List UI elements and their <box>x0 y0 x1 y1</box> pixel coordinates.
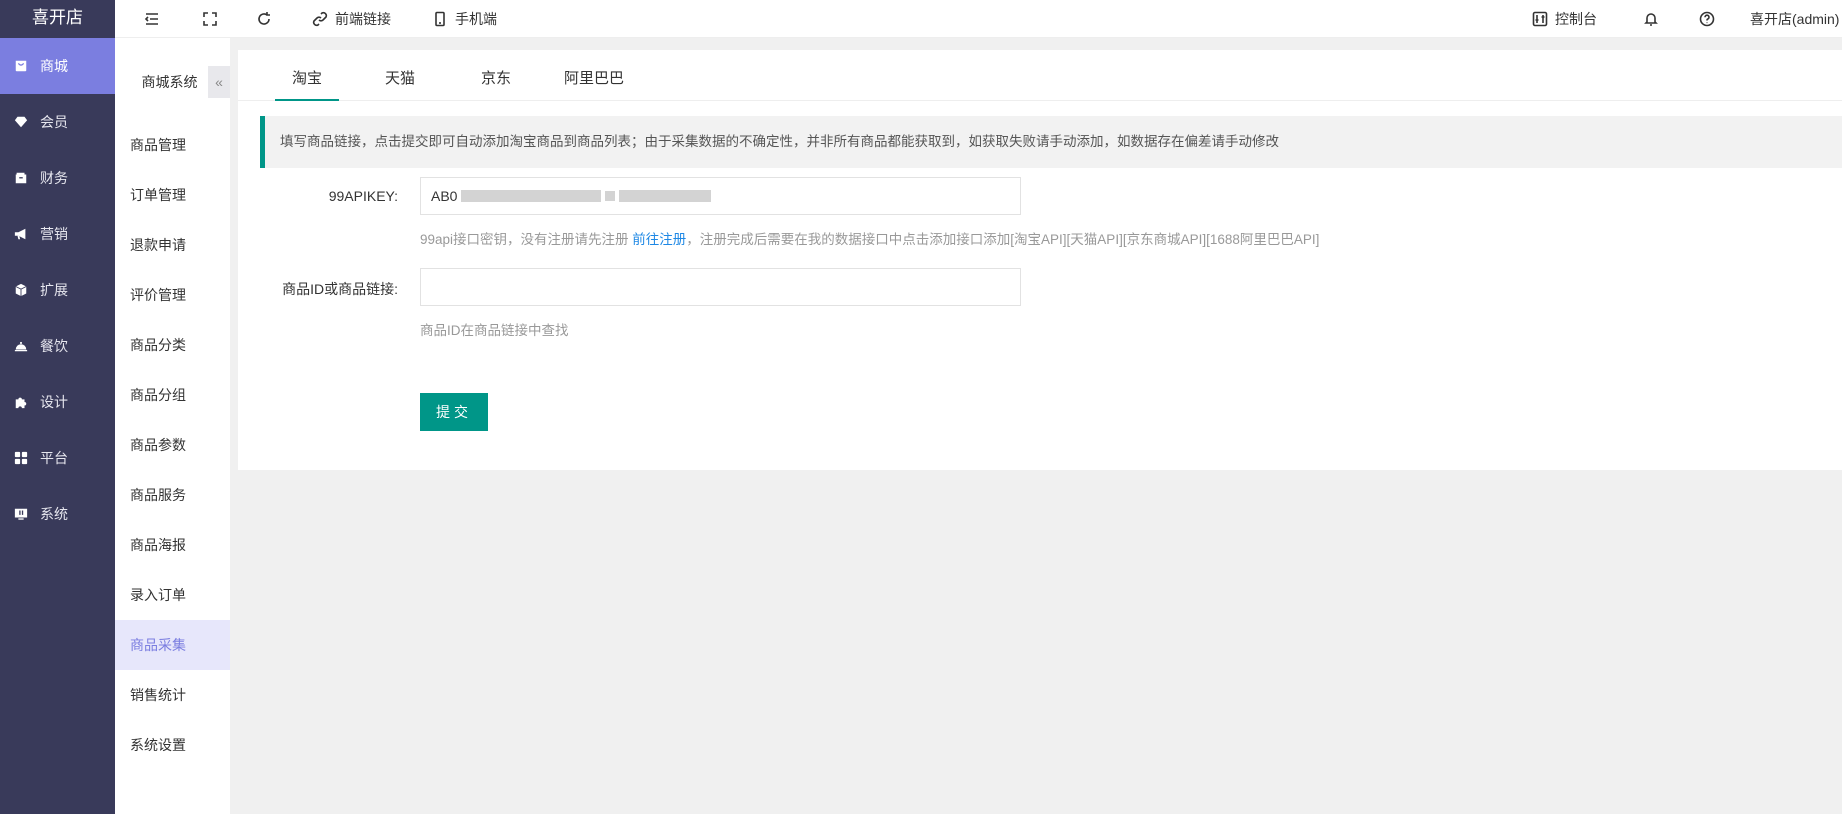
sidebar-item-marketing[interactable]: 营销 <box>0 206 115 262</box>
main-sidebar: 喜开店 商城 会员 财务 营销 扩展 餐饮 设计 平台 系统 <box>0 0 115 814</box>
submenu-item-orders[interactable]: 订单管理 <box>115 170 230 220</box>
apikey-value: AB0 <box>431 188 458 204</box>
mobile-icon <box>435 11 445 27</box>
goods-id-label: 商品ID或商品链接: <box>282 281 398 297</box>
sidebar-item-label: 会员 <box>40 114 68 130</box>
platform-tabs: 淘宝 天猫 京东 阿里巴巴 <box>238 50 1842 101</box>
console-icon <box>1532 11 1548 27</box>
console-label: 控制台 <box>1555 11 1597 27</box>
question-icon <box>1699 11 1715 27</box>
submenu-item-categories[interactable]: 商品分类 <box>115 320 230 370</box>
tab-taobao[interactable]: 淘宝 <box>275 50 339 101</box>
fullscreen-button[interactable] <box>202 0 218 38</box>
submenu-item-goods[interactable]: 商品管理 <box>115 120 230 170</box>
tab-tmall[interactable]: 天猫 <box>370 50 430 101</box>
apikey-input[interactable]: AB0 <box>420 177 1021 215</box>
sidebar-item-platform[interactable]: 平台 <box>0 430 115 486</box>
collect-card: 淘宝 天猫 京东 阿里巴巴 填写商品链接，点击提交即可自动添加淘宝商品到商品列表… <box>238 50 1842 470</box>
submenu-item-collect[interactable]: 商品采集 <box>115 620 230 670</box>
top-header: 前端链接 手机端 控制台 喜开店(admin) <box>115 0 1842 38</box>
brand-logo[interactable]: 喜开店 <box>0 0 115 38</box>
apikey-tip-text: 99api接口密钥，没有注册请先注册 <box>420 232 633 247</box>
fullscreen-icon <box>203 12 217 26</box>
refresh-icon <box>258 12 270 25</box>
front-link-button[interactable]: 前端链接 <box>312 0 391 38</box>
sidebar-item-extension[interactable]: 扩展 <box>0 262 115 318</box>
sidebar-item-label: 系统 <box>40 506 68 522</box>
submit-button[interactable]: 提交 <box>420 393 488 431</box>
sidebar-item-store[interactable]: 商城 <box>0 38 115 94</box>
submenu-item-params[interactable]: 商品参数 <box>115 420 230 470</box>
sidebar-item-catering[interactable]: 餐饮 <box>0 318 115 374</box>
help-button[interactable] <box>1699 0 1715 38</box>
mobile-button[interactable]: 手机端 <box>432 0 497 38</box>
submenu-item-sales-stats[interactable]: 销售统计 <box>115 670 230 720</box>
sidebar-item-label: 财务 <box>40 170 68 186</box>
sidebar-item-label: 商城 <box>40 58 68 74</box>
goods-id-tip: 商品ID在商品链接中查找 <box>420 323 569 338</box>
apikey-tip-text-2: ，注册完成后需要在我的数据接口中点击添加接口添加[淘宝API][天猫API][京… <box>686 232 1320 247</box>
sidebar-item-label: 平台 <box>40 450 68 466</box>
submenu-item-enter-order[interactable]: 录入订单 <box>115 570 230 620</box>
collapse-submenu-button[interactable]: « <box>208 66 230 98</box>
bell-icon <box>1644 13 1658 26</box>
goods-id-input[interactable] <box>420 268 1021 306</box>
puzzle-icon <box>14 395 28 409</box>
apikey-tip: 99api接口密钥，没有注册请先注册 前往注册，注册完成后需要在我的数据接口中点… <box>420 228 1319 248</box>
sidebar-item-label: 设计 <box>40 394 68 410</box>
submenu-item-groups[interactable]: 商品分组 <box>115 370 230 420</box>
sidebar-item-label: 营销 <box>40 226 68 242</box>
menu-toggle-button[interactable] <box>144 0 160 38</box>
menu-fold-icon <box>144 13 158 25</box>
store-icon <box>14 59 28 73</box>
sidebar-item-label: 餐饮 <box>40 338 68 354</box>
submenu-item-posters[interactable]: 商品海报 <box>115 520 230 570</box>
notification-button[interactable] <box>1643 0 1659 38</box>
grid-icon <box>14 451 28 465</box>
tab-jd[interactable]: 京东 <box>466 50 526 101</box>
apikey-label: 99APIKEY: <box>328 188 398 204</box>
submenu-item-services[interactable]: 商品服务 <box>115 470 230 520</box>
wallet-icon <box>14 171 28 185</box>
redacted-mask <box>461 190 601 202</box>
secondary-menu: 商城系统 商品管理 订单管理 退款申请 评价管理 商品分类 商品分组 商品参数 … <box>115 38 230 814</box>
sidebar-item-finance[interactable]: 财务 <box>0 150 115 206</box>
user-menu[interactable]: 喜开店(admin) <box>1750 0 1839 38</box>
mobile-label: 手机端 <box>455 11 497 27</box>
link-icon <box>312 11 328 27</box>
monitor-icon <box>14 507 28 521</box>
cloche-icon <box>14 339 28 353</box>
front-link-label: 前端链接 <box>335 11 391 27</box>
sidebar-item-member[interactable]: 会员 <box>0 94 115 150</box>
console-button[interactable]: 控制台 <box>1532 0 1597 38</box>
cube-icon <box>14 283 28 297</box>
sidebar-item-design[interactable]: 设计 <box>0 374 115 430</box>
notice-banner: 填写商品链接，点击提交即可自动添加淘宝商品到商品列表；由于采集数据的不确定性，并… <box>260 116 1842 168</box>
sidebar-item-label: 扩展 <box>40 282 68 298</box>
submenu-item-refunds[interactable]: 退款申请 <box>115 220 230 270</box>
register-link[interactable]: 前往注册 <box>632 232 686 247</box>
redacted-mask <box>619 190 711 202</box>
redacted-mask <box>605 191 615 201</box>
submenu-item-reviews[interactable]: 评价管理 <box>115 270 230 320</box>
sidebar-item-system[interactable]: 系统 <box>0 486 115 542</box>
user-label: 喜开店(admin) <box>1750 11 1840 27</box>
refresh-button[interactable] <box>256 0 272 38</box>
submenu-item-settings[interactable]: 系统设置 <box>115 720 230 770</box>
tab-alibaba[interactable]: 阿里巴巴 <box>554 50 634 101</box>
megaphone-icon <box>14 227 28 241</box>
diamond-icon <box>14 115 28 129</box>
